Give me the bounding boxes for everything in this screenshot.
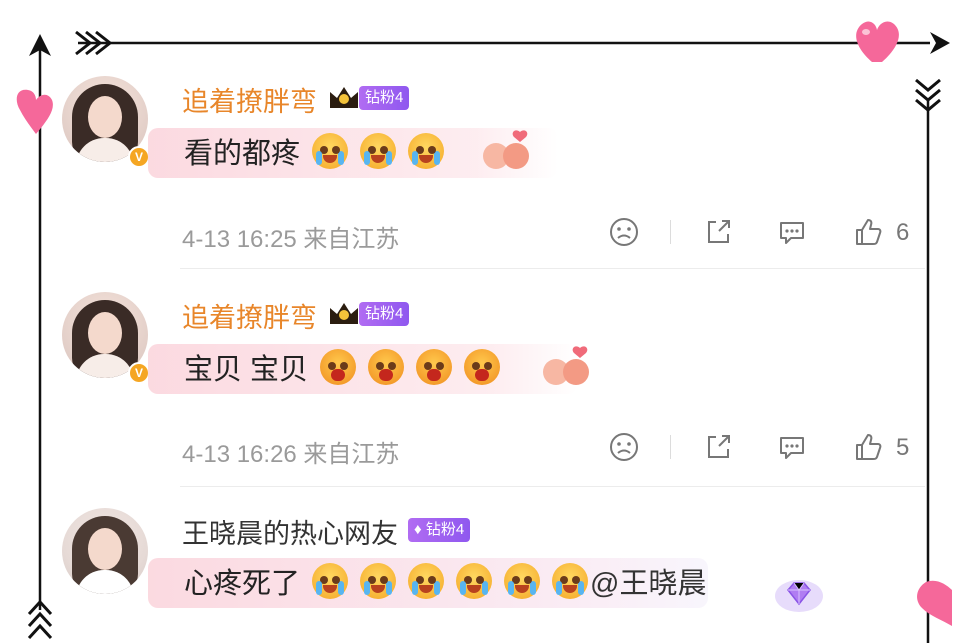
crown-icon (330, 303, 358, 324)
heart-icon (917, 580, 952, 626)
crying-face-emoji (408, 133, 445, 169)
like-count: 6 (896, 219, 910, 246)
username[interactable]: 王晓晨的热心网友 (182, 512, 398, 551)
avatar[interactable] (62, 508, 148, 594)
dislike-face-icon[interactable] (608, 216, 640, 248)
like-thumb-icon[interactable] (852, 431, 884, 463)
couple-sticker-icon (543, 346, 589, 385)
fan-badge: ♦ 钻粉4 (408, 518, 471, 542)
comment-item: V 追着撩胖弯 钻粉4 看的都疼 4-13 16:25 来自江苏 6 (62, 76, 922, 266)
couple-sticker-icon (483, 130, 529, 169)
divider (180, 268, 925, 269)
mention-link[interactable]: @王晓晨 (590, 560, 706, 602)
crying-face-emoji (360, 133, 397, 169)
like-thumb-icon[interactable] (852, 216, 884, 248)
timestamp: 4-13 16:26 来自江苏 (182, 441, 400, 468)
comment-text: 宝贝 宝贝 (184, 354, 309, 386)
share-icon[interactable] (702, 216, 734, 248)
sobbing-face-emoji (464, 349, 501, 385)
dislike-face-icon[interactable] (608, 431, 640, 463)
username[interactable]: 追着撩胖弯 (182, 80, 317, 119)
comment-icon[interactable] (776, 431, 808, 463)
like-count: 5 (896, 434, 910, 461)
comment-item: 王晓晨的热心网友 ♦ 钻粉4 心疼死了 @王晓晨 (62, 508, 922, 643)
diamond-icon: ♦ (414, 521, 422, 538)
comment-icon[interactable] (776, 216, 808, 248)
crying-face-emoji (312, 133, 349, 169)
fan-badge: 钻粉4 (359, 86, 410, 110)
timestamp: 4-13 16:25 来自江苏 (182, 226, 400, 253)
crown-icon (330, 87, 358, 108)
fan-badge-label: 钻粉4 (425, 521, 465, 538)
sobbing-face-emoji (320, 349, 357, 385)
sobbing-face-emoji (416, 349, 453, 385)
loudly-crying-emoji (504, 563, 541, 599)
crying-face-emoji (312, 563, 349, 599)
crying-face-emoji (360, 563, 397, 599)
separator (670, 435, 671, 459)
loudly-crying-emoji (552, 563, 589, 599)
username[interactable]: 追着撩胖弯 (182, 296, 317, 335)
heart-icon (16, 89, 53, 134)
crying-face-emoji (408, 563, 445, 599)
comment-text: 看的都疼 (184, 138, 301, 170)
fan-badge: 钻粉4 (359, 302, 410, 326)
comment-text: 心疼死了 (184, 568, 301, 600)
verified-badge: V (128, 146, 150, 168)
divider (180, 486, 925, 487)
comment-text-row: 看的都疼 (184, 130, 445, 172)
comment-text-row: 宝贝 宝贝 (184, 346, 501, 388)
sobbing-face-emoji (368, 349, 405, 385)
heart-icon (856, 21, 899, 63)
share-icon[interactable] (702, 431, 734, 463)
diamond-sticker-icon (775, 580, 823, 612)
comment-text-row: 心疼死了 @王晓晨 (184, 560, 706, 602)
separator (670, 220, 671, 244)
verified-badge: V (128, 362, 150, 384)
loudly-crying-emoji (456, 563, 493, 599)
comment-item: V 追着撩胖弯 钻粉4 宝贝 宝贝 4-13 16:26 来自江苏 5 (62, 292, 922, 482)
